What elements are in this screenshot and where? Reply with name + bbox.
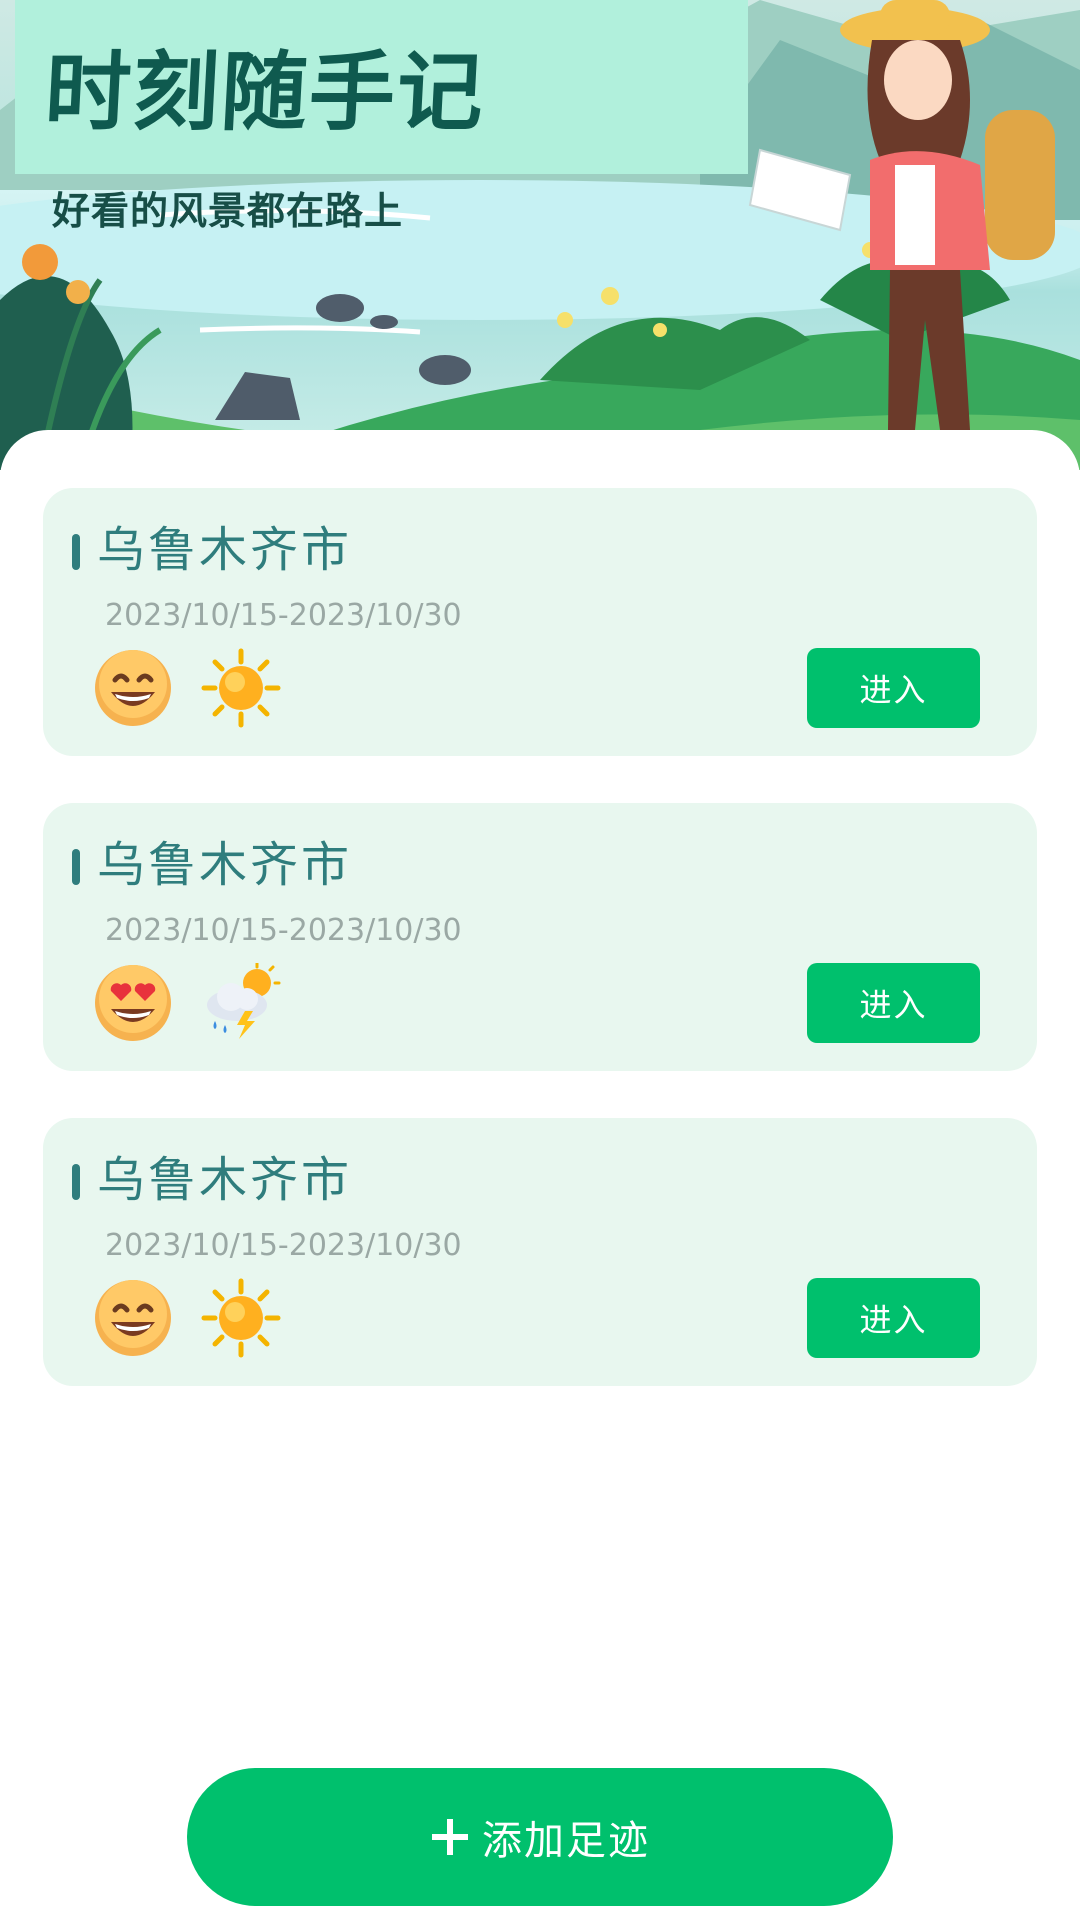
trip-card[interactable]: 乌鲁木齐市 2023/10/15-2023/10/30 进入 bbox=[43, 803, 1037, 1071]
card-accent-bar bbox=[72, 1164, 80, 1200]
content-sheet: 乌鲁木齐市 2023/10/15-2023/10/30 进入 乌鲁木齐市 202… bbox=[0, 430, 1080, 1920]
card-accent-bar bbox=[72, 534, 80, 570]
grinning-face-icon bbox=[95, 650, 171, 726]
plus-icon bbox=[432, 1819, 468, 1855]
card-accent-bar bbox=[72, 849, 80, 885]
hero-banner: 时刻随手记 好看的风景都在路上 bbox=[0, 0, 1080, 470]
enter-button[interactable]: 进入 bbox=[807, 1278, 980, 1358]
sun-icon bbox=[201, 648, 281, 728]
trip-city: 乌鲁木齐市 bbox=[97, 1152, 353, 1208]
app-title: 时刻随手记 bbox=[42, 43, 488, 143]
trip-card[interactable]: 乌鲁木齐市 2023/10/15-2023/10/30 进入 bbox=[43, 488, 1037, 756]
sun-icon bbox=[201, 1278, 281, 1358]
heart-eyes-face-icon bbox=[95, 965, 171, 1041]
thunderstorm-cloud-sun-icon bbox=[207, 963, 281, 1039]
trip-date-range: 2023/10/15-2023/10/30 bbox=[105, 913, 462, 948]
trip-date-range: 2023/10/15-2023/10/30 bbox=[105, 598, 462, 633]
grinning-face-icon bbox=[95, 1280, 171, 1356]
trip-city: 乌鲁木齐市 bbox=[97, 522, 353, 578]
enter-button[interactable]: 进入 bbox=[807, 648, 980, 728]
enter-button[interactable]: 进入 bbox=[807, 963, 980, 1043]
trip-date-range: 2023/10/15-2023/10/30 bbox=[105, 1228, 462, 1263]
add-footprint-label: 添加足迹 bbox=[482, 1818, 650, 1864]
add-footprint-button[interactable]: 添加足迹 bbox=[187, 1768, 893, 1906]
trip-city: 乌鲁木齐市 bbox=[97, 837, 353, 893]
app-subtitle: 好看的风景都在路上 bbox=[52, 189, 404, 233]
trip-card[interactable]: 乌鲁木齐市 2023/10/15-2023/10/30 进入 bbox=[43, 1118, 1037, 1386]
